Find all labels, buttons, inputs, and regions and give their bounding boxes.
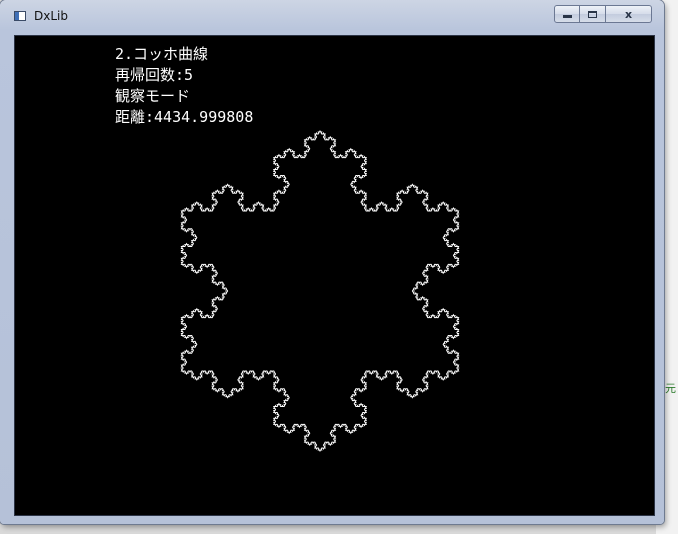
window-title: DxLib <box>34 9 68 23</box>
koch-curve <box>180 129 460 453</box>
render-canvas[interactable]: 2.コッホ曲線 再帰回数:5 観察モード 距離:4434.999808 <box>14 35 655 516</box>
maximize-button[interactable] <box>580 5 606 23</box>
title-bar[interactable]: DxLib x <box>0 0 664 30</box>
minimize-button[interactable] <box>554 5 580 23</box>
app-window: DxLib x 2.コッホ曲線 再帰回数:5 観察モード 距離:4434.999… <box>0 0 664 524</box>
close-icon: x <box>624 7 633 21</box>
minimize-icon <box>562 15 572 18</box>
app-icon <box>14 11 26 21</box>
window-controls: x <box>554 5 652 23</box>
close-button[interactable]: x <box>606 5 652 23</box>
koch-snowflake <box>180 129 460 453</box>
maximize-icon <box>588 10 597 18</box>
